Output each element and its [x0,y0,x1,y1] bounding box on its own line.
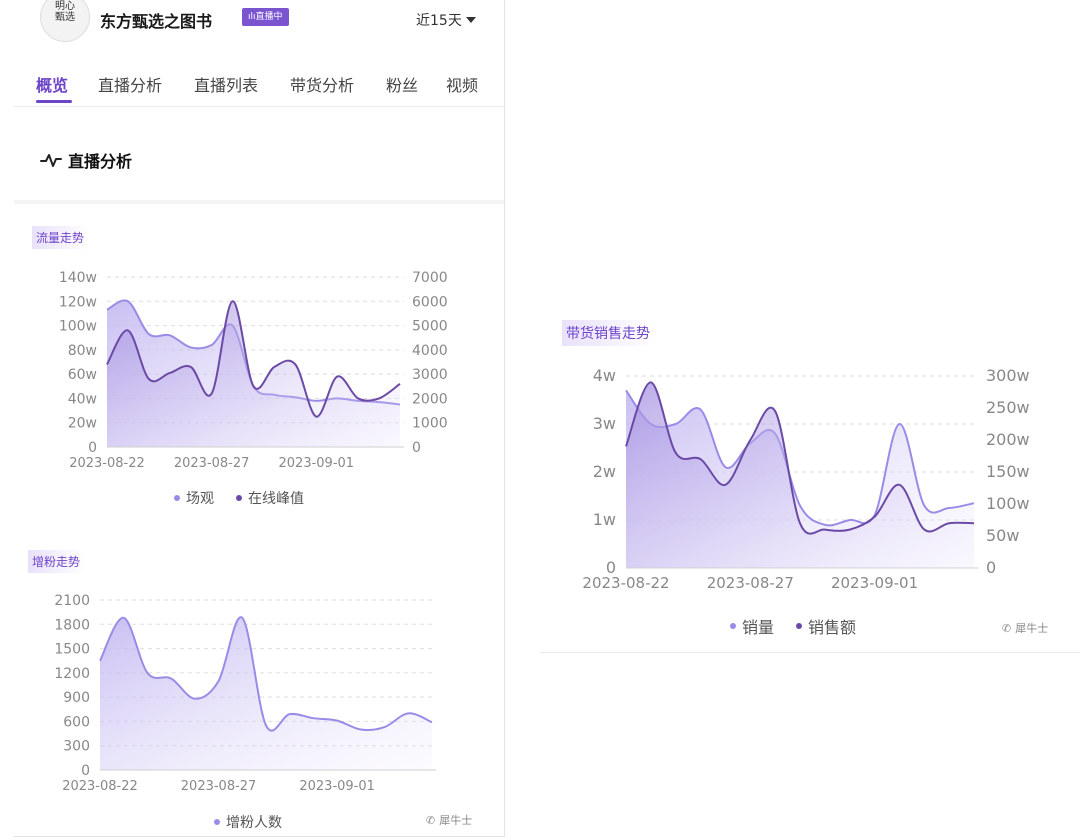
legend-label: 销售额 [808,618,857,637]
tab-fans[interactable]: 粉丝 [386,72,418,96]
y2-tick-label: 5000 [412,319,448,335]
watermark-text: 犀牛士 [1015,622,1049,635]
traffic-chart-legend: 场观 在线峰值 [174,488,304,508]
caret-down-icon [465,17,476,23]
fans-trend-chart: 0 300 600 900 1200 1500 1800 2100 2023-08-22 2023… [54,593,436,794]
tab-live-analysis[interactable]: 直播分析 [98,72,162,96]
section-title-text: 直播分析 [68,152,133,171]
fans-chart-title: 增粉走势 [28,550,87,573]
y2-tick-label: 250w [986,398,1030,417]
y2-tick-label: 2000 [412,391,448,407]
x-tick-label: 2023-09-01 [279,456,355,471]
traffic-trend-chart: 0 20w 40w 60w 80w 100w 120w 140w 0 1000 2000 3000 40… [59,270,448,471]
y2-tick-label: 1000 [412,416,448,432]
y-tick-label: 20w [68,416,97,432]
legend-dot [730,623,736,629]
traffic-chart-title: 流量走势 [32,226,91,249]
y-tick-label: 600 [63,714,90,730]
y-tick-label: 120w [59,294,97,310]
x-tick-label: 2023-08-22 [62,779,138,794]
sales-trend-chart: 01w2w3w4w050w100w150w200w250w300w2023-08… [582,366,1030,592]
tab-video[interactable]: 视频 [446,72,478,96]
series-area-0 [100,617,432,770]
y-tick-label: 140w [59,270,97,286]
y2-tick-label: 7000 [412,270,448,286]
y-tick-label: 1w [593,510,616,529]
tab-sales-analysis[interactable]: 带货分析 [290,72,354,96]
y2-tick-label: 0 [412,440,421,456]
y-tick-label: 3w [593,414,616,433]
y-tick-label: 900 [63,690,90,706]
date-range-label: 近15天 [416,13,462,29]
series-area-1 [626,382,974,568]
x-tick-label: 2023-08-27 [707,574,794,592]
y2-tick-label: 4000 [412,343,448,359]
y2-tick-label: 6000 [412,294,448,310]
y-tick-label: 1500 [54,642,90,658]
y2-tick-label: 100w [986,494,1030,513]
watermark: ✆ 犀牛士 [426,812,472,828]
y2-tick-label: 50w [986,526,1019,545]
date-range-dropdown[interactable]: 近15天 [416,10,476,30]
x-tick-label: 2023-08-22 [582,574,669,592]
legend-item-peak-online[interactable]: 在线峰值 [236,488,304,508]
y2-tick-label: 300w [986,366,1030,385]
y2-tick-label: 200w [986,430,1030,449]
watermark-text: 犀牛士 [439,814,473,827]
y-tick-label: 300 [63,739,90,755]
legend-label: 销量 [742,618,775,637]
y-tick-label: 0 [81,763,90,779]
y-tick-label: 2w [593,462,616,481]
left-panel: 明心 甄选 东方甄选之图书 ılı直播中 近15天 概览 直播分析 直播列表 带… [14,0,505,837]
y-tick-label: 2100 [54,593,90,609]
section-divider [14,200,504,204]
right-panel: 带货销售走势 0 1w 2w 3w 4w 0 50w 100w 150w 200w 250w 300w… [540,300,1080,653]
legend-dot [174,495,180,501]
legend-dot [214,819,220,825]
tab-overview[interactable]: 概览 [36,72,68,96]
legend-label: 增粉人数 [226,815,282,831]
legend-dot [236,495,242,501]
x-tick-label: 2023-09-01 [299,779,375,794]
legend-item-new-fans[interactable]: 增粉人数 [214,812,282,832]
legend-item-sales-volume[interactable]: 销量 [730,614,774,638]
pulse-icon [40,154,62,167]
legend-label: 在线峰值 [248,491,304,507]
tab-live-list[interactable]: 直播列表 [194,72,258,96]
active-tab-indicator [36,100,72,103]
y2-tick-label: 0 [986,558,996,577]
legend-label: 场观 [186,491,214,507]
y-tick-label: 1800 [54,617,90,633]
live-status-badge[interactable]: ılı直播中 [242,8,289,26]
y2-tick-label: 3000 [412,367,448,383]
avatar[interactable]: 明心 甄选 [40,0,90,42]
legend-item-sales-amount[interactable]: 销售额 [796,614,856,638]
y2-tick-label: 150w [986,462,1030,481]
legend-item-views[interactable]: 场观 [174,488,214,508]
sales-chart-title: 带货销售走势 [562,320,656,346]
x-tick-label: 2023-08-27 [181,779,257,794]
section-title: 直播分析 [40,148,132,172]
legend-dot [796,623,803,629]
y-tick-label: 4w [593,366,616,385]
y-tick-label: 80w [68,343,97,359]
tab-bar: 概览 直播分析 直播列表 带货分析 粉丝 视频 [14,66,504,107]
y-tick-label: 60w [68,367,97,383]
watermark: ✆ 犀牛士 [1002,620,1048,636]
wechat-icon: ✆ [1002,621,1012,635]
y-tick-label: 100w [59,319,97,335]
sales-chart-legend: 销量 销售额 [730,614,856,638]
account-header: 明心 甄选 东方甄选之图书 ılı直播中 近15天 [14,0,504,44]
wechat-icon: ✆ [426,813,436,827]
avatar-logo-text: 明心 甄选 [55,1,75,23]
x-tick-label: 2023-09-01 [831,574,918,592]
x-tick-label: 2023-08-27 [174,456,250,471]
fans-chart-legend: 增粉人数 [214,812,282,832]
account-name: 东方甄选之图书 [100,12,213,31]
y-tick-label: 0 [88,440,97,456]
y-tick-label: 1200 [54,666,90,682]
y-tick-label: 40w [68,391,97,407]
x-tick-label: 2023-08-22 [69,456,145,471]
